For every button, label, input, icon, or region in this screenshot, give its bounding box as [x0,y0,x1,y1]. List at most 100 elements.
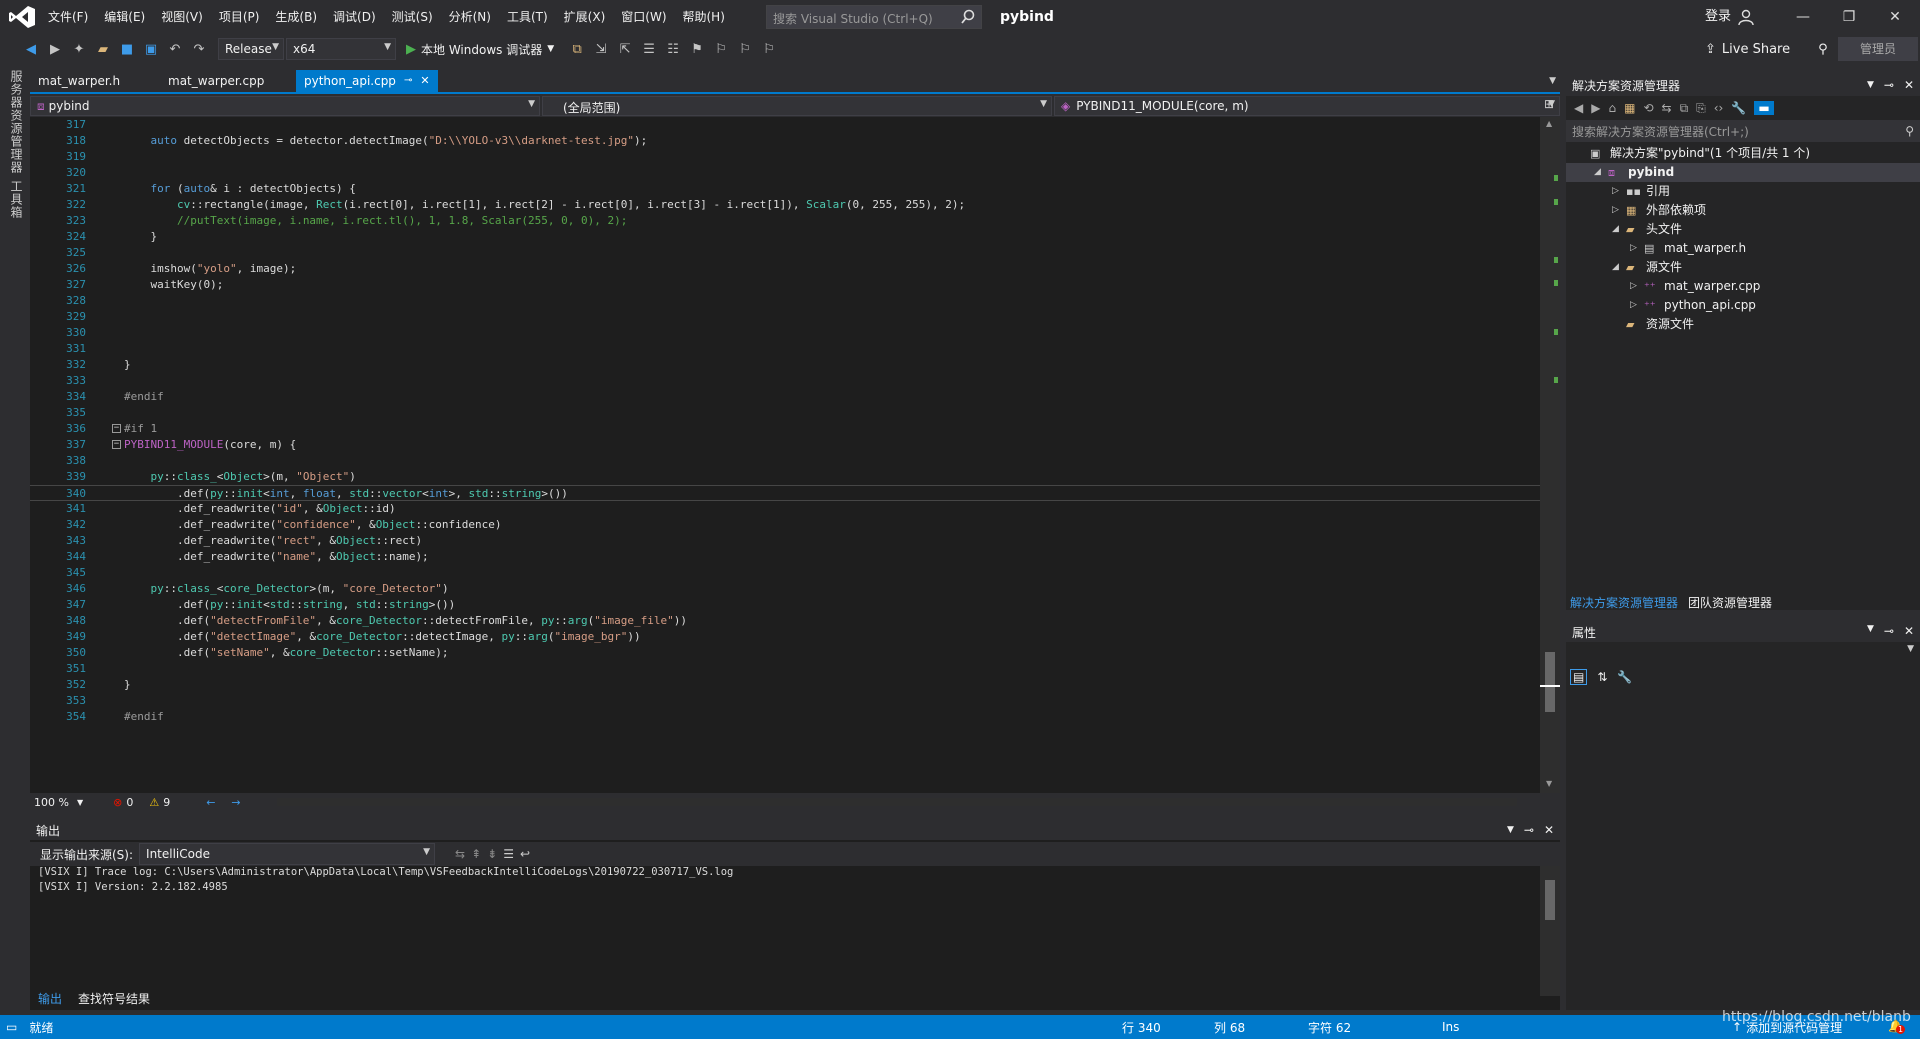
prev-message-icon[interactable]: ⇞ [471,847,481,861]
preview-icon[interactable]: ▬ [1754,101,1774,115]
tree-item[interactable]: ▰ 资源文件 [1566,315,1920,334]
menu-build[interactable]: 生成(B) [267,0,325,34]
categorized-icon[interactable]: ▤ [1570,669,1588,685]
code-line[interactable]: 343 .def_readwrite("rect", &Object::rect… [30,533,1540,549]
menu-help[interactable]: 帮助(H) [675,0,733,34]
horizontal-scrollbar[interactable] [276,798,1517,806]
code-line[interactable]: 323 //putText(image, i.name, i.rect.tl()… [30,213,1540,229]
code-line[interactable]: 340 .def(py::init<int, float, std::vecto… [30,485,1540,501]
forward-nav-button[interactable]: ▶ [44,38,66,60]
close-icon[interactable]: ✕ [1904,78,1914,92]
next-message-icon[interactable]: ⇟ [487,847,497,861]
clear-all-icon[interactable]: ☰ [503,847,514,861]
error-count[interactable]: ⊗ 0 [113,796,133,809]
properties-icon[interactable]: 🔧 [1731,101,1746,115]
tree-item[interactable]: ▷ ▦ 外部依赖项 [1566,201,1920,220]
code-line[interactable]: 339 py::class_<Object>(m, "Object") [30,469,1540,485]
code-line[interactable]: 347 .def(py::init<std::string, std::stri… [30,597,1540,613]
next-issue-icon[interactable]: → [231,796,240,809]
visual-studio-logo-icon[interactable] [8,5,36,29]
split-icon[interactable]: ⊞ [1544,97,1554,111]
tab-mat-warper-cpp[interactable]: mat_warper.cpp [160,70,296,92]
expanded-arrow-icon[interactable]: ◢ [1594,163,1601,182]
code-line[interactable]: 329 [30,309,1540,325]
tab-output[interactable]: 输出 [30,988,70,1009]
code-line[interactable]: 321 for (auto& i : detectObjects) { [30,181,1540,197]
menu-view[interactable]: 视图(V) [153,0,211,34]
collapse-icon[interactable]: − [112,440,121,449]
warning-count[interactable]: ⚠ 9 [149,796,170,809]
solution-search-input[interactable]: 搜索解决方案资源管理器(Ctrl+;) ⚲ [1566,120,1920,142]
indent-button[interactable]: ☷ [662,38,684,60]
code-editor[interactable]: 317 318 auto detectObjects = detector.det… [30,97,1560,793]
pin-icon[interactable]: ⊸ [1524,823,1534,837]
view-code-icon[interactable]: ‹› [1714,101,1724,115]
attach-button[interactable]: ⧉ [566,38,588,60]
project-dropdown[interactable]: ⧈ pybind ▼ [30,96,540,116]
menu-analyze[interactable]: 分析(N) [441,0,499,34]
expanded-arrow-icon[interactable]: ◢ [1612,258,1619,277]
redo-button[interactable]: ↷ [188,38,210,60]
close-icon[interactable]: ✕ [420,70,429,92]
code-line[interactable]: 324 } [30,229,1540,245]
format-button[interactable]: ⇱ [614,38,636,60]
search-input[interactable]: 搜索 Visual Studio (Ctrl+Q) [766,5,982,29]
chevron-down-icon[interactable]: ▼ [1507,825,1514,835]
code-line[interactable]: 354 #endif [30,709,1540,725]
admin-badge[interactable]: 管理员 [1838,37,1918,61]
tab-mat-warper-h[interactable]: mat_warper.h [30,70,160,92]
code-line[interactable]: 336 − #if 1 [30,421,1540,437]
tab-solution-explorer[interactable]: 解决方案资源管理器 [1570,594,1678,611]
tree-item[interactable]: ◢ ▰ 头文件 [1566,220,1920,239]
properties-object-dropdown[interactable]: ▼ [1566,644,1920,662]
code-line[interactable]: 319 [30,149,1540,165]
code-line[interactable]: 331 [30,341,1540,357]
code-line[interactable]: 346 py::class_<core_Detector>(m, "core_D… [30,581,1540,597]
collapsed-arrow-icon[interactable]: ▷ [1630,296,1637,315]
open-file-button[interactable]: ▰ [92,38,114,60]
new-project-button[interactable]: ✦ [68,38,90,60]
alphabetical-icon[interactable]: ⇅ [1597,670,1607,684]
code-line[interactable]: 322 cv::rectangle(image, Rect(i.rect[0],… [30,197,1540,213]
platform-dropdown[interactable]: x64 ▼ [286,38,396,60]
code-line[interactable]: 352} [30,677,1540,693]
word-wrap-icon[interactable]: ↩ [520,847,530,861]
outdent-button[interactable]: ☰ [638,38,660,60]
bookmark-button[interactable]: ⚑ [686,38,708,60]
close-button[interactable]: ✕ [1872,0,1918,34]
output-scrollbar[interactable] [1540,866,1560,996]
menu-debug[interactable]: 调试(D) [325,0,384,34]
pin-icon[interactable]: ⊸ [404,70,412,92]
server-explorer-tab[interactable]: 服务器资源管理器 [8,70,25,174]
prev-issue-icon[interactable]: ← [206,796,215,809]
close-icon[interactable]: ✕ [1904,624,1914,638]
output-source-dropdown[interactable]: IntelliCode ▼ [139,843,436,865]
tab-overflow-icon[interactable]: ▼ [1549,76,1556,86]
code-line[interactable]: 332} [30,357,1540,373]
code-line[interactable]: 337 − PYBIND11_MODULE(core, m) { [30,437,1540,453]
menu-extensions[interactable]: 扩展(X) [556,0,614,34]
code-line[interactable]: 345 [30,565,1540,581]
save-all-button[interactable]: ▣ [140,38,162,60]
code-line[interactable]: 350 .def("setName", &core_Detector::setN… [30,645,1540,661]
live-share-button[interactable]: ⇪ Live Share ⚲ [1705,38,1828,60]
tree-item[interactable]: ▣ 解决方案"pybind"(1 个项目/共 1 个) [1566,144,1920,163]
step-button[interactable]: ⇲ [590,38,612,60]
scope-dropdown[interactable]: (全局范围) ▼ [542,96,1052,116]
tree-item[interactable]: ◢ ⧈ pybind [1566,163,1920,182]
code-line[interactable]: 349 .def("detectImage", &core_Detector::… [30,629,1540,645]
pin-icon[interactable]: ⊸ [1884,624,1894,638]
start-debugging-button[interactable]: ▶ 本地 Windows 调试器 ▼ [406,38,554,60]
restore-button[interactable]: ❐ [1826,0,1872,34]
menu-file[interactable]: 文件(F) [40,0,96,34]
sync-icon[interactable]: ⇆ [1662,101,1672,115]
code-line[interactable]: 318 auto detectObjects = detector.detect… [30,133,1540,149]
zoom-dropdown[interactable]: 100 % ▼ [34,796,83,809]
show-all-files-icon[interactable]: ⎘ [1696,101,1706,116]
scroll-down-icon[interactable]: ▼ [1546,779,1552,788]
code-line[interactable]: 333 [30,373,1540,389]
save-button[interactable]: ■ [116,38,138,60]
undo-button[interactable]: ↶ [164,38,186,60]
code-line[interactable]: 320 [30,165,1540,181]
code-line[interactable]: 342 .def_readwrite("confidence", &Object… [30,517,1540,533]
